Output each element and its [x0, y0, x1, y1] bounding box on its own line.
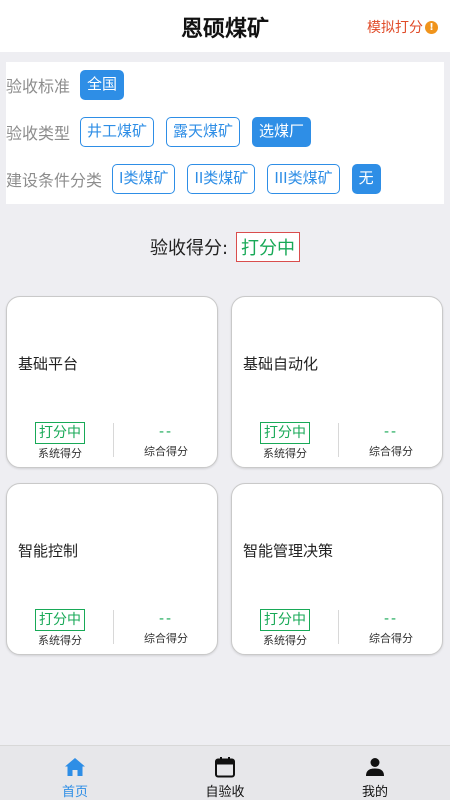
- filter-label-condition: 建设条件分类: [6, 171, 103, 190]
- filter-panel: 验收标准 全国 验收类型 井工煤矿 露天煤矿 选煤厂 建设条件分类 I类煤矿 I…: [6, 62, 444, 204]
- tab-home[interactable]: 首页: [0, 746, 150, 800]
- chip-condition-class1[interactable]: I类煤矿: [112, 164, 176, 194]
- chip-type-openpit[interactable]: 露天煤矿: [166, 117, 241, 147]
- filter-row-type: 验收类型 井工煤矿 露天煤矿 选煤厂: [6, 117, 312, 147]
- card-intelligent-control[interactable]: 智能控制 打分中 系统得分 -- 综合得分: [6, 483, 218, 655]
- system-score-label: 系统得分: [263, 447, 307, 460]
- system-score-badge: 打分中: [35, 609, 85, 631]
- chip-standard-national[interactable]: 全国: [80, 70, 125, 100]
- total-score: -- 综合得分: [113, 422, 219, 459]
- bottom-tab-bar: 首页 自验收 我的: [0, 745, 450, 800]
- total-score: -- 综合得分: [113, 609, 219, 646]
- total-score-label: 综合得分: [369, 445, 413, 458]
- acceptance-score: 验收得分: 打分中: [0, 232, 450, 262]
- system-score-badge: 打分中: [35, 422, 85, 444]
- filter-label-type: 验收类型: [6, 124, 71, 143]
- simulate-score-label: 模拟打分: [367, 20, 423, 36]
- system-score: 打分中 系统得分: [232, 609, 338, 648]
- chip-condition-none[interactable]: 无: [351, 164, 381, 194]
- filter-row-condition: 建设条件分类 I类煤矿 II类煤矿 III类煤矿 无: [6, 164, 381, 194]
- total-score-label: 综合得分: [369, 632, 413, 645]
- acceptance-score-value: 打分中: [236, 232, 301, 262]
- card-title: 智能管理决策: [243, 542, 334, 560]
- card-title: 智能控制: [18, 542, 79, 560]
- total-score-label: 综合得分: [144, 445, 188, 458]
- system-score-badge: 打分中: [260, 609, 310, 631]
- app-header: 恩硕煤矿 模拟打分 !: [0, 0, 450, 52]
- chip-type-preparation-plant[interactable]: 选煤厂: [252, 117, 312, 147]
- chip-condition-class2[interactable]: II类煤矿: [187, 164, 256, 194]
- system-score: 打分中 系统得分: [7, 609, 113, 648]
- chip-type-underground[interactable]: 井工煤矿: [80, 117, 155, 147]
- system-score-label: 系统得分: [38, 447, 82, 460]
- system-score: 打分中 系统得分: [7, 422, 113, 461]
- filter-label-standard: 验收标准: [6, 77, 71, 96]
- system-score: 打分中 系统得分: [232, 422, 338, 461]
- total-score: -- 综合得分: [338, 609, 444, 646]
- tab-self-acceptance-label: 自验收: [205, 785, 245, 800]
- chip-condition-class3[interactable]: III类煤矿: [267, 164, 340, 194]
- user-icon: [366, 758, 384, 776]
- total-score-value: --: [383, 424, 399, 440]
- tab-mine[interactable]: 我的: [300, 746, 450, 800]
- acceptance-score-label: 验收得分:: [149, 238, 229, 259]
- tab-self-acceptance[interactable]: 自验收: [150, 746, 300, 800]
- tab-home-label: 首页: [61, 785, 88, 800]
- card-basic-automation[interactable]: 基础自动化 打分中 系统得分 -- 综合得分: [231, 296, 443, 468]
- system-score-label: 系统得分: [38, 634, 82, 647]
- total-score-value: --: [158, 424, 174, 440]
- simulate-score-button[interactable]: 模拟打分 !: [367, 17, 438, 37]
- card-title: 基础平台: [18, 355, 79, 373]
- system-score-badge: 打分中: [260, 422, 310, 444]
- total-score-value: --: [158, 611, 174, 627]
- filter-row-standard: 验收标准 全国: [6, 70, 125, 100]
- tab-mine-label: 我的: [361, 785, 388, 800]
- home-icon: [65, 758, 85, 776]
- calendar-icon: [215, 757, 235, 778]
- card-intelligent-management[interactable]: 智能管理决策 打分中 系统得分 -- 综合得分: [231, 483, 443, 655]
- card-basic-platform[interactable]: 基础平台 打分中 系统得分 -- 综合得分: [6, 296, 218, 468]
- warning-icon: !: [425, 20, 438, 34]
- total-score-value: --: [383, 611, 399, 627]
- card-title: 基础自动化: [243, 355, 319, 373]
- system-score-label: 系统得分: [263, 634, 307, 647]
- total-score-label: 综合得分: [144, 632, 188, 645]
- total-score: -- 综合得分: [338, 422, 444, 459]
